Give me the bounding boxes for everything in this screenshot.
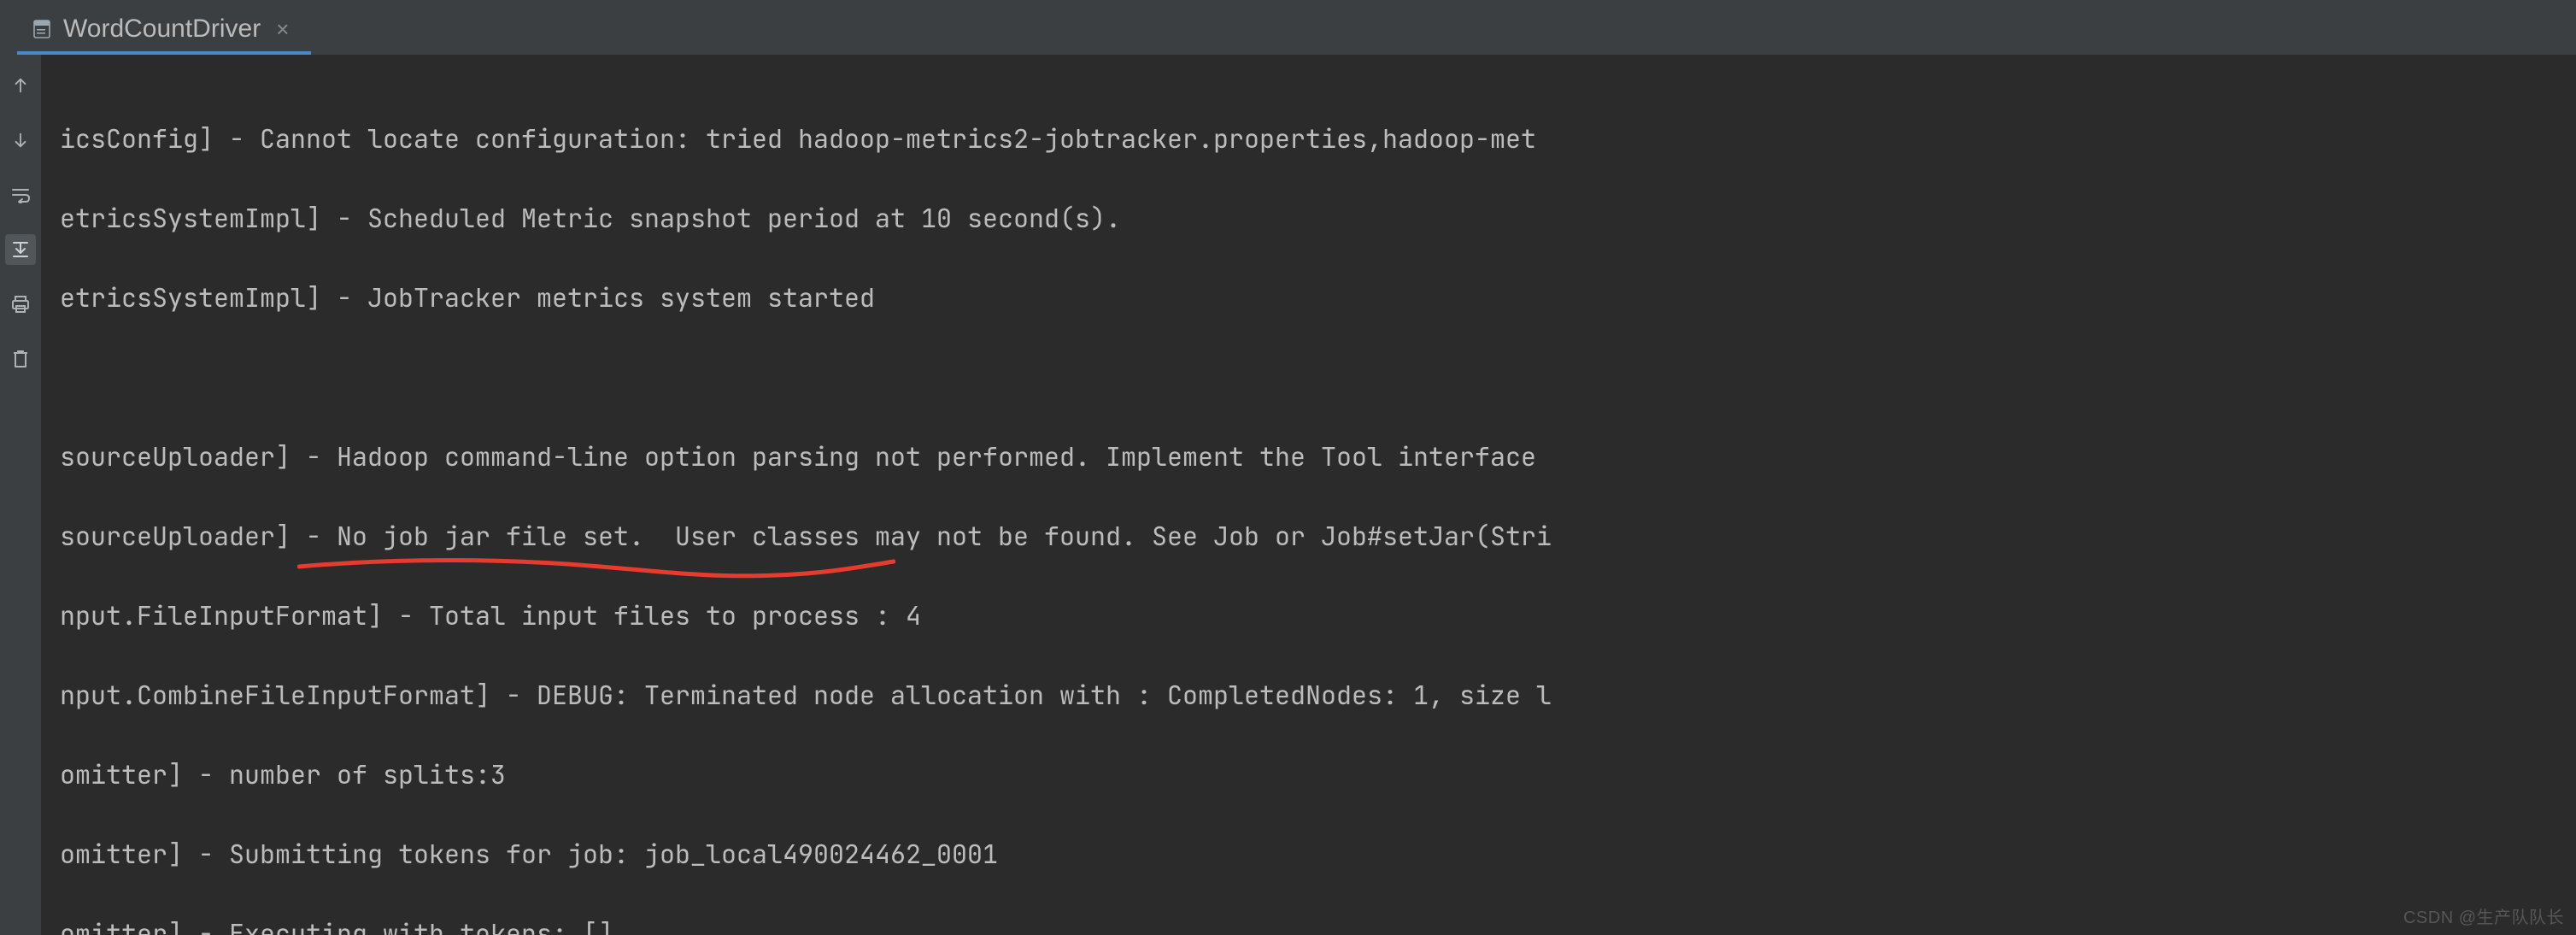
console-line: nput.FileInputFormat] - Total input file… [60,596,2576,636]
console-line: icsConfig] - Cannot locate configuration… [60,119,2576,159]
arrow-up-icon[interactable] [5,70,36,101]
console-line [60,357,2576,397]
trash-icon[interactable] [5,344,36,374]
console-line: nput.CombineFileInputFormat] - DEBUG: Te… [60,675,2576,715]
console-line: sourceUploader] - Hadoop command-line op… [60,437,2576,477]
console-line: etricsSystemImpl] - Scheduled Metric sna… [60,198,2576,238]
arrow-down-icon[interactable] [5,125,36,156]
console-output-panel[interactable]: icsConfig] - Cannot locate configuration… [41,55,2576,935]
console-output[interactable]: icsConfig] - Cannot locate configuration… [60,79,2576,935]
console-line: etricsSystemImpl] - JobTracker metrics s… [60,278,2576,318]
run-config-file-icon [32,20,51,38]
console-line: omitter] - number of splits:3 [60,755,2576,795]
print-icon[interactable] [5,289,36,320]
tab-wordcountdriver[interactable]: WordCountDriver × [17,7,311,55]
editor-tab-strip: WordCountDriver × [0,0,2576,55]
run-tool-window: icsConfig] - Cannot locate configuration… [0,55,2576,935]
console-line: omitter] - Executing with tokens: [] [60,914,2576,935]
scroll-to-end-icon[interactable] [5,234,36,265]
console-line: omitter] - Submitting tokens for job: jo… [60,834,2576,874]
console-left-toolbar [0,55,41,935]
close-icon[interactable]: × [273,16,292,43]
watermark-text: CSDN @生产队队长 [2403,903,2564,928]
soft-wrap-icon[interactable] [5,179,36,210]
console-line: sourceUploader] - No job jar file set. U… [60,516,2576,556]
tab-title: WordCountDriver [63,15,261,44]
